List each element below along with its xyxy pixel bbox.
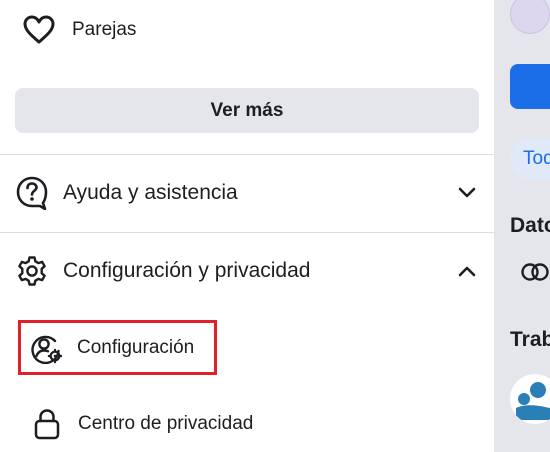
menu-item-centro-privacidad[interactable]: Centro de privacidad	[33, 407, 253, 441]
section-configuracion-privacidad[interactable]: Configuración y privacidad	[0, 236, 494, 306]
main-menu-panel: Parejas Ver más Ayuda y asistencia Confi…	[0, 0, 494, 452]
section-heading: Trab	[510, 328, 550, 351]
profile-avatar	[510, 0, 550, 34]
centro-privacidad-label: Centro de privacidad	[78, 413, 254, 434]
background-panel: Tod Dato Trab	[494, 0, 550, 452]
lock-icon	[33, 408, 61, 440]
menu-item-parejas[interactable]: Parejas	[22, 8, 136, 52]
chevron-down-icon	[458, 187, 476, 199]
ayuda-label: Ayuda y asistencia	[63, 181, 238, 204]
section-heading: Dato	[510, 214, 550, 237]
highlight-box	[18, 320, 217, 375]
rings-icon	[520, 262, 550, 287]
heart-icon	[22, 15, 56, 45]
section-ayuda-asistencia[interactable]: Ayuda y asistencia	[0, 158, 494, 228]
parejas-label: Parejas	[72, 19, 137, 40]
filter-pill: Tod	[510, 138, 550, 180]
divider	[0, 232, 494, 233]
help-circle-icon	[16, 176, 48, 210]
chevron-up-icon	[458, 265, 476, 277]
primary-button	[510, 64, 550, 109]
gear-icon	[16, 255, 48, 287]
page-avatar	[510, 374, 550, 424]
config-privacidad-label: Configuración y privacidad	[63, 259, 311, 282]
divider	[0, 154, 494, 155]
ver-mas-button[interactable]: Ver más	[15, 88, 479, 133]
